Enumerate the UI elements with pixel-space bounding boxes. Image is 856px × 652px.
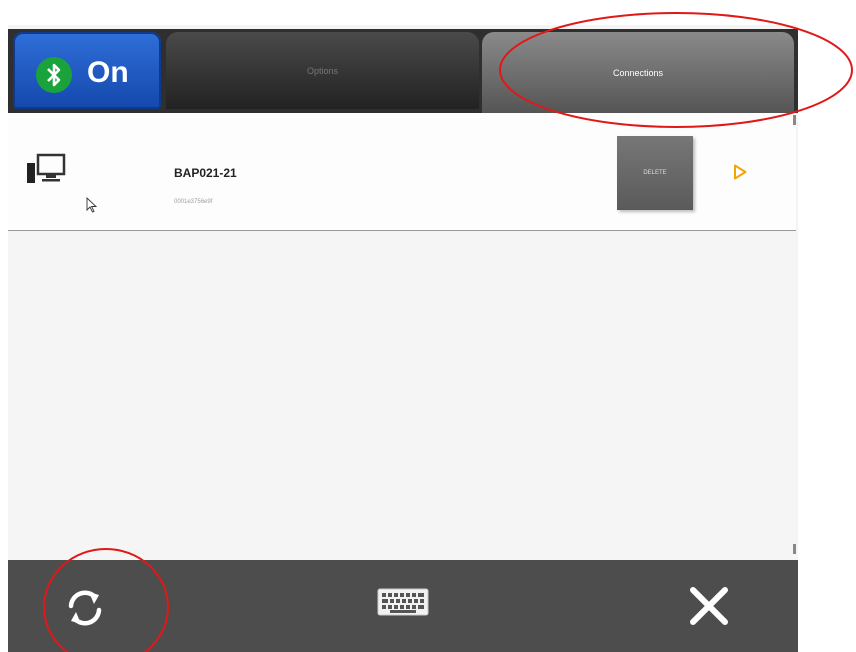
tab-connections-label: Connections — [612, 67, 664, 78]
device-frame: On Options Connections BAP021-21 0001e37… — [0, 0, 856, 652]
tab-options[interactable]: Options — [166, 32, 479, 109]
list-item[interactable]: BAP021-21 0001e3756e9f DELETE — [8, 113, 796, 231]
computer-icon — [27, 153, 66, 183]
bluetooth-icon — [36, 57, 72, 93]
scrollbar-bottom-marker[interactable] — [793, 544, 796, 554]
tab-bar: On Options Connections — [8, 29, 798, 113]
device-list: BAP021-21 0001e3756e9f DELETE — [8, 113, 796, 559]
delete-button[interactable]: DELETE — [617, 136, 693, 210]
keyboard-icon[interactable] — [377, 588, 429, 616]
mouse-cursor-icon — [86, 197, 98, 213]
bluetooth-screen: On Options Connections BAP021-21 0001e37… — [8, 25, 798, 652]
refresh-icon[interactable] — [63, 586, 107, 630]
tab-options-label: Options — [306, 65, 339, 76]
bluetooth-state-label: On — [87, 56, 129, 89]
scrollbar-top-marker[interactable] — [793, 115, 796, 125]
play-arrow-icon[interactable] — [733, 164, 747, 180]
tab-connections[interactable]: Connections — [482, 32, 794, 113]
bluetooth-toggle[interactable]: On — [13, 32, 161, 109]
device-address: 0001e3756e9f — [174, 199, 213, 205]
close-icon[interactable] — [688, 585, 730, 627]
bottom-toolbar — [8, 560, 798, 652]
device-name: BAP021-21 — [174, 166, 237, 180]
